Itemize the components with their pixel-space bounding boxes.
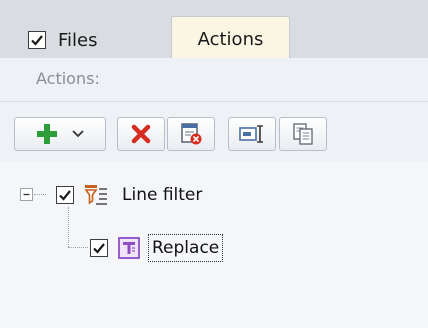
tab-files[interactable]: Files — [28, 22, 98, 58]
section-header-label: Actions: — [36, 69, 100, 88]
add-button[interactable] — [14, 117, 106, 151]
tab-actions-label: Actions — [197, 28, 264, 50]
tab-files-label: Files — [58, 29, 98, 51]
rename-icon — [239, 125, 263, 143]
checkmark-icon — [31, 35, 43, 46]
tree-connector — [34, 194, 46, 195]
delete-button[interactable] — [117, 117, 165, 151]
files-checkbox[interactable] — [28, 31, 46, 49]
tab-strip: Files Actions — [0, 0, 428, 59]
copy-icon — [293, 123, 313, 145]
delete-all-button[interactable] — [167, 117, 215, 151]
checkmark-icon — [93, 243, 105, 254]
toolbar — [0, 102, 428, 162]
minus-icon — [23, 193, 30, 196]
tab-actions[interactable]: Actions — [171, 16, 290, 59]
tree-item-line-filter[interactable]: Line filter — [56, 184, 202, 206]
line-filter-icon — [84, 185, 107, 205]
tree-connector — [68, 247, 88, 248]
tree-item-replace[interactable]: Replace — [90, 234, 224, 262]
rename-button[interactable] — [228, 117, 276, 151]
tree-item-label: Replace — [148, 234, 224, 262]
replace-checkbox[interactable] — [90, 239, 108, 257]
copy-button[interactable] — [279, 117, 327, 151]
chevron-down-icon[interactable] — [72, 130, 84, 138]
collapse-toggle[interactable] — [20, 188, 33, 201]
tree-item-label: Line filter — [122, 185, 203, 205]
actions-panel: Actions: Line filter Replace — [0, 58, 428, 328]
add-icon — [37, 124, 57, 144]
actions-tree: Line filter Replace — [0, 162, 428, 328]
line-filter-checkbox[interactable] — [56, 186, 74, 204]
tree-connector — [68, 207, 69, 247]
section-header: Actions: — [0, 58, 428, 102]
checkmark-icon — [59, 190, 71, 201]
replace-icon — [118, 237, 140, 259]
delete-all-icon — [181, 123, 202, 145]
delete-icon — [131, 124, 151, 144]
